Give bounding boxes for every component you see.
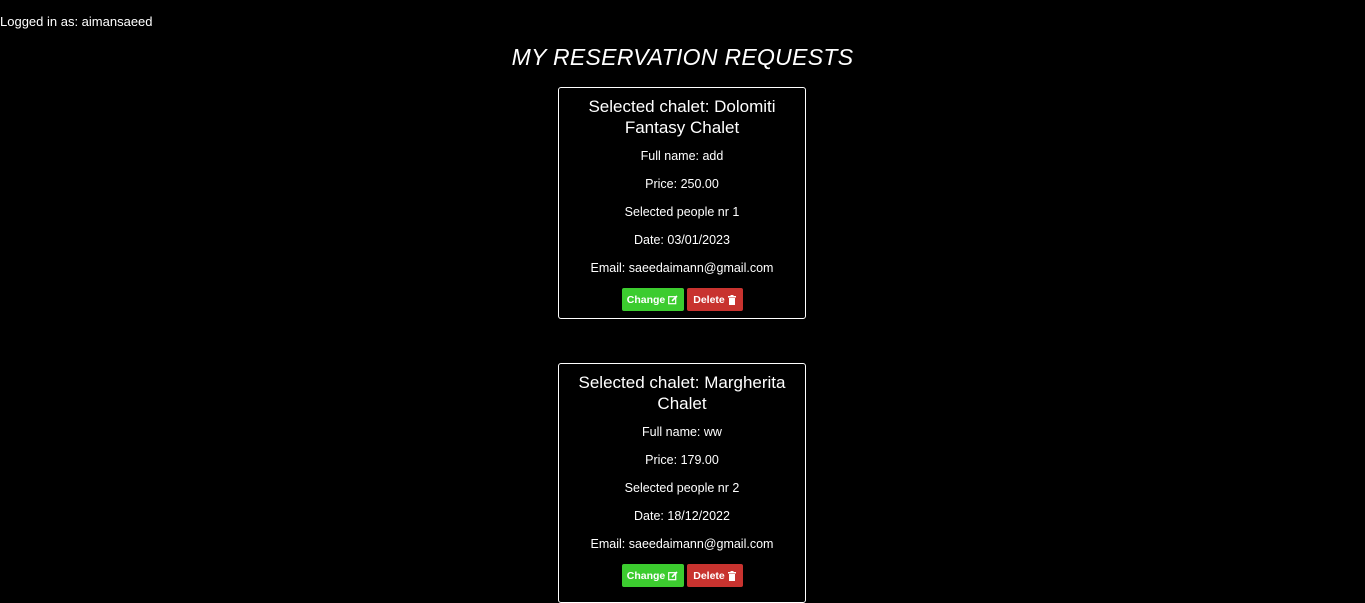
delete-button[interactable]: Delete (686, 564, 743, 587)
full-name: Full name: ww (642, 425, 722, 439)
delete-button-label: Delete (693, 569, 725, 582)
delete-button[interactable]: Delete (686, 288, 743, 311)
change-button-label: Change (626, 569, 666, 582)
card-actions: Change Delete (559, 288, 805, 311)
reservation-date: Date: 18/12/2022 (634, 509, 730, 523)
logged-in-status: Logged in as: aimansaeed (0, 14, 153, 29)
people-count: Selected people nr 1 (624, 205, 740, 219)
change-button[interactable]: Change (621, 564, 684, 587)
reservation-card: Selected chalet: Dolomiti Fantasy Chalet… (558, 87, 806, 319)
email: Email: saeedaimann@gmail.com (590, 261, 774, 275)
change-button-label: Change (626, 293, 666, 306)
trash-icon (727, 570, 736, 581)
people-count: Selected people nr 2 (624, 481, 740, 495)
full-name: Full name: add (640, 149, 724, 163)
reservation-card: Selected chalet: Margherita Chalet Full … (558, 363, 806, 603)
trash-icon (727, 294, 736, 305)
card-actions: Change Delete (559, 564, 805, 587)
edit-icon (668, 294, 678, 305)
delete-button-label: Delete (693, 293, 725, 306)
change-button[interactable]: Change (621, 288, 684, 311)
edit-icon (668, 570, 678, 581)
price: Price: 250.00 (645, 177, 719, 191)
reservation-date: Date: 03/01/2023 (634, 233, 730, 247)
page-title: MY RESERVATION REQUESTS (511, 44, 854, 70)
email: Email: saeedaimann@gmail.com (590, 537, 774, 551)
chalet-title: Selected chalet: Dolomiti Fantasy Chalet (588, 97, 776, 137)
price: Price: 179.00 (645, 453, 719, 467)
chalet-title: Selected chalet: Margherita Chalet (578, 373, 786, 413)
